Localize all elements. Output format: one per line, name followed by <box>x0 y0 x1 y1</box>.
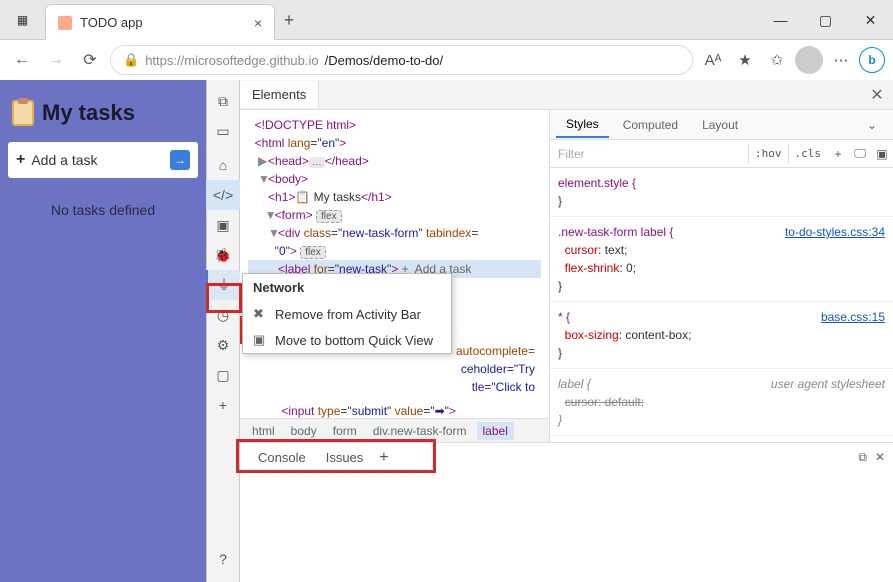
read-aloud-icon[interactable]: Aᴬ <box>699 46 727 74</box>
copilot-icon[interactable]: b <box>859 47 885 73</box>
plus-icon: + <box>16 151 25 169</box>
favorite-icon[interactable]: ★ <box>731 46 759 74</box>
forward-button: → <box>42 46 70 74</box>
tab-styles[interactable]: Styles <box>556 112 609 138</box>
new-style-rule-icon[interactable]: + <box>827 147 849 161</box>
url-host: https://microsoftedge.github.io <box>145 53 318 68</box>
sources-icon[interactable]: 🐞 <box>206 240 240 270</box>
memory-icon[interactable]: ⚙ <box>206 330 240 360</box>
ctx-move-bottom-quickview[interactable]: ▣Move to bottom Quick View <box>243 327 451 353</box>
toggle-panel-icon[interactable]: ▣ <box>871 147 893 161</box>
window-maximize-button[interactable]: ▢ <box>803 0 848 40</box>
context-menu: Network ✖Remove from Activity Bar ▣Move … <box>242 273 452 354</box>
more-menu-icon[interactable]: ⋯ <box>827 46 855 74</box>
app-panel: My tasks + Add a task → No tasks defined <box>0 80 206 582</box>
back-button[interactable]: ← <box>8 46 36 74</box>
device-icon[interactable]: ▭ <box>206 116 240 146</box>
device-toolbar-icon[interactable]: 🖵 <box>849 146 871 161</box>
reload-button[interactable]: ⟳ <box>76 46 104 74</box>
new-tab-button[interactable]: + <box>275 0 303 31</box>
css-source-link[interactable]: base.css:15 <box>821 308 885 326</box>
drawer-tab-issues[interactable]: Issues <box>316 446 374 469</box>
elements-icon[interactable]: </> <box>206 180 240 210</box>
more-tools-icon[interactable]: + <box>206 390 240 420</box>
drawer-tab-console[interactable]: Console <box>248 446 316 469</box>
styles-filter-input[interactable]: Filter <box>550 143 748 165</box>
application-icon[interactable]: ▢ <box>206 360 240 390</box>
css-source-link[interactable]: to-do-styles.css:34 <box>785 223 885 241</box>
console-icon[interactable]: ▣ <box>206 210 240 240</box>
add-task-input[interactable]: + Add a task → <box>8 142 198 178</box>
styles-panel: Styles Computed Layout ⌄ Filter :hov .cl… <box>550 110 893 442</box>
tab-close-icon[interactable]: × <box>254 15 262 31</box>
submit-task-button[interactable]: → <box>170 150 190 170</box>
profile-avatar-icon[interactable] <box>795 46 823 74</box>
add-task-label: Add a task <box>31 152 97 168</box>
dom-breadcrumbs[interactable]: html body form div.new-task-form label <box>240 418 549 442</box>
favicon-icon <box>58 16 72 30</box>
drawer-add-tab[interactable]: + <box>373 449 394 467</box>
styles-more-icon[interactable]: ⌄ <box>857 113 887 137</box>
performance-icon[interactable]: ◷ <box>206 300 240 330</box>
no-tasks-label: No tasks defined <box>8 202 198 218</box>
devtools-close-button[interactable]: ✕ <box>861 85 893 105</box>
url-path: /Demos/demo-to-do/ <box>325 53 444 68</box>
address-bar[interactable]: 🔒 https://microsoftedge.github.io/Demos/… <box>110 45 693 75</box>
welcome-icon[interactable]: ⌂ <box>206 150 240 180</box>
hov-toggle[interactable]: :hov <box>748 144 788 163</box>
tab-title: TODO app <box>80 15 246 30</box>
drawer-dock-icon[interactable]: ⧉ <box>858 450 867 465</box>
tab-manager-icon[interactable]: ▦ <box>0 0 45 40</box>
lock-icon: 🔒 <box>123 52 139 68</box>
context-menu-title: Network <box>243 274 451 301</box>
tab-computed[interactable]: Computed <box>613 113 688 137</box>
window-close-button[interactable]: ✕ <box>848 0 893 40</box>
cls-toggle[interactable]: .cls <box>788 144 828 163</box>
tab-layout[interactable]: Layout <box>692 113 748 137</box>
network-icon[interactable]: ⏚ <box>206 270 240 300</box>
clipboard-icon <box>12 100 34 126</box>
window-minimize-button[interactable]: — <box>758 0 803 40</box>
devtools-activity-bar: ⧉ ▭ ⌂ </> ▣ 🐞 ⏚ ◷ ⚙ ▢ + ? <box>206 80 240 582</box>
dom-tree[interactable]: <!DOCTYPE html> <html lang="en"> ▶<head>… <box>240 110 550 442</box>
ctx-remove-activity-bar[interactable]: ✖Remove from Activity Bar <box>243 301 451 327</box>
devtools-panel: Elements ✕ <!DOCTYPE html> <html lang="e… <box>240 80 893 582</box>
collections-icon[interactable]: ✩ <box>763 46 791 74</box>
drawer-close-icon[interactable]: ✕ <box>875 450 885 465</box>
browser-tab[interactable]: TODO app × <box>45 4 275 40</box>
inspect-icon[interactable]: ⧉ <box>206 86 240 116</box>
app-title: My tasks <box>12 100 194 126</box>
help-icon[interactable]: ? <box>206 544 240 574</box>
elements-tab[interactable]: Elements <box>240 81 319 108</box>
quick-view-drawer: Console Issues + ⧉ ✕ <box>240 442 893 472</box>
